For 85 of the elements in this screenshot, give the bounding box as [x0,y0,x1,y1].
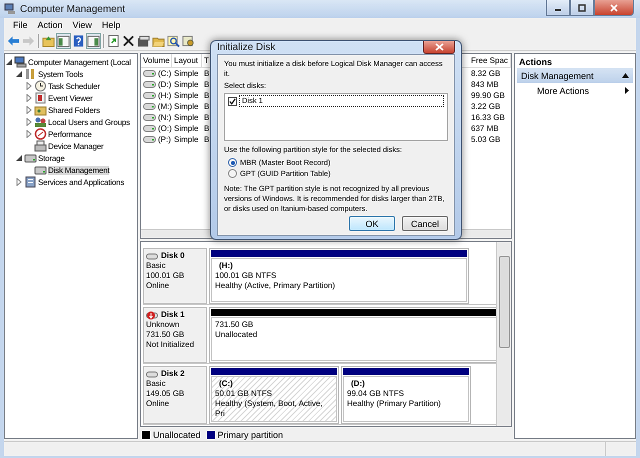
actions-header: Actions [518,56,554,68]
table-cell: (D:) [158,80,172,89]
dialog-title: Initialize Disk [217,42,276,53]
table-cell-text: B [203,124,210,133]
disk-size: 149.05 GB [146,389,186,399]
table-cell: (H:) [158,91,172,100]
table-cell: (O:) [158,124,172,133]
actions-section[interactable]: Disk Management [517,68,633,83]
partition-block[interactable]: (C:) 50.01 GB NTFS Healthy (System, Boot, Active, Pri [211,376,337,422]
disk-size: 731.50 GB [146,330,186,340]
menu-item[interactable]: Action [32,20,68,30]
table-cell-text: B [203,135,210,144]
disk-status: Not Initialized [146,340,196,350]
tree-item[interactable]: Computer Management (Local [28,58,131,66]
partition-status: Healthy (Active, Primary Partition) [215,281,336,291]
tree-item[interactable]: Event Viewer [48,94,93,102]
partition-status: Unallocated [215,330,258,340]
action-item[interactable]: More Actions [517,83,633,98]
table-cell: (N:) [158,113,172,122]
table-cell: (P:) [158,135,171,144]
table-cell-text: Simple [173,113,200,122]
table-cell-text: Simple [173,91,200,100]
table-cell-text: 5.03 GB [470,135,502,144]
tree-item[interactable]: Local Users and Groups [48,118,130,126]
tree-item[interactable]: Shared Folders [48,106,100,114]
tree-item[interactable]: Disk Management [48,166,110,174]
disk-name: Disk 0 [161,251,185,261]
table-cell-text: B [203,69,210,78]
disk-status: Online [146,281,170,291]
tree-item[interactable]: Task Scheduler [48,82,100,90]
disk-status: Online [146,399,170,409]
disk-type: Basic [146,379,167,389]
tree-item[interactable]: Storage [38,154,65,162]
window-title: Computer Management [20,4,126,14]
disk-info-panel[interactable]: Disk 1 Unknown 731.50 GB Not Initialized [143,307,207,363]
table-cell-text: B [203,113,210,122]
partition-size: 50.01 GB NTFS [215,389,273,399]
table-cell-text: Simple [173,102,200,111]
cancel-button[interactable]: Cancel [402,216,448,231]
table-cell: (M:) [158,102,172,111]
table-cell-text: B [203,102,210,111]
partition-status: Healthy (System, Boot, Active, Pri [215,399,324,419]
disk-info-panel[interactable]: Disk 2 Basic 149.05 GB Online [143,366,207,424]
tree-item[interactable]: Services and Applications [38,178,124,186]
partition-size: 99.04 GB NTFS [347,389,405,399]
tree-item[interactable]: Performance [48,130,92,138]
disk-name: Disk 1 [161,310,185,320]
table-cell: (C:) [158,69,172,78]
menu-item[interactable]: File [8,20,33,30]
table-cell-text: Simple [173,135,200,144]
partition-status: Healthy (Primary Partition) [347,399,442,409]
tree-item[interactable]: Device Manager [48,142,104,150]
partition-size: 731.50 GB [215,320,254,330]
partition-block[interactable]: 731.50 GB Unallocated [211,317,496,361]
partition-label: (C:) [218,379,234,389]
column-header[interactable]: Layout [172,54,202,67]
partition-label: (D:) [350,379,366,389]
disk-size: 100.01 GB [146,271,186,281]
table-cell-text: B [203,91,210,100]
partition-label: (H:) [218,261,234,271]
table-cell-text: 16.33 GB [470,113,506,122]
disk-info-panel[interactable]: Disk 0 Basic 100.01 GB Online [143,248,207,304]
column-header[interactable]: Volume [141,54,172,67]
table-cell-text: 637 MB [470,124,500,133]
table-cell-text: 8.32 GB [470,69,502,78]
table-cell-text: 843 MB [470,80,500,89]
partition-block[interactable]: (D:) 99.04 GB NTFS Healthy (Primary Partition) [343,376,469,422]
partition-size: 100.01 GB NTFS [215,271,278,281]
table-cell-text: B [203,80,210,89]
table-cell-text: Simple [173,80,200,89]
table-cell-text: 3.22 GB [470,102,502,111]
menu-item[interactable]: Help [96,20,126,30]
tree-item[interactable]: System Tools [38,70,84,78]
table-cell-text: Simple [173,69,200,78]
ok-button[interactable]: OK [349,216,395,231]
disk-name: Disk 2 [161,369,185,379]
column-header[interactable]: Free Spac [469,54,511,67]
partition-block[interactable]: (H:) 100.01 GB NTFS Healthy (Active, Primary Partition) [211,258,467,302]
disk-type: Unknown [146,320,180,330]
table-cell-text: Simple [173,124,200,133]
legend-label: Unallocated [153,430,201,440]
table-cell-text: 99.90 GB [470,91,506,100]
menu-item[interactable]: View [68,20,97,30]
disk-type: Basic [146,261,167,271]
legend-label: Primary partition [218,430,284,440]
